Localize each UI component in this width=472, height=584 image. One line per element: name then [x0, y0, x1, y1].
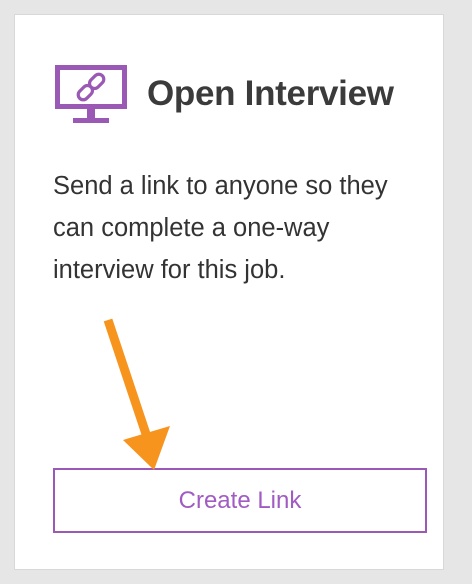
- create-link-button[interactable]: Create Link: [53, 468, 427, 533]
- monitor-link-icon: [55, 65, 127, 123]
- card-header: Open Interview: [53, 63, 394, 125]
- card-description: Send a link to anyone so they can comple…: [53, 172, 388, 284]
- open-interview-card: Open Interview Send a link to anyone so …: [14, 14, 444, 570]
- page-title: Open Interview: [147, 74, 394, 113]
